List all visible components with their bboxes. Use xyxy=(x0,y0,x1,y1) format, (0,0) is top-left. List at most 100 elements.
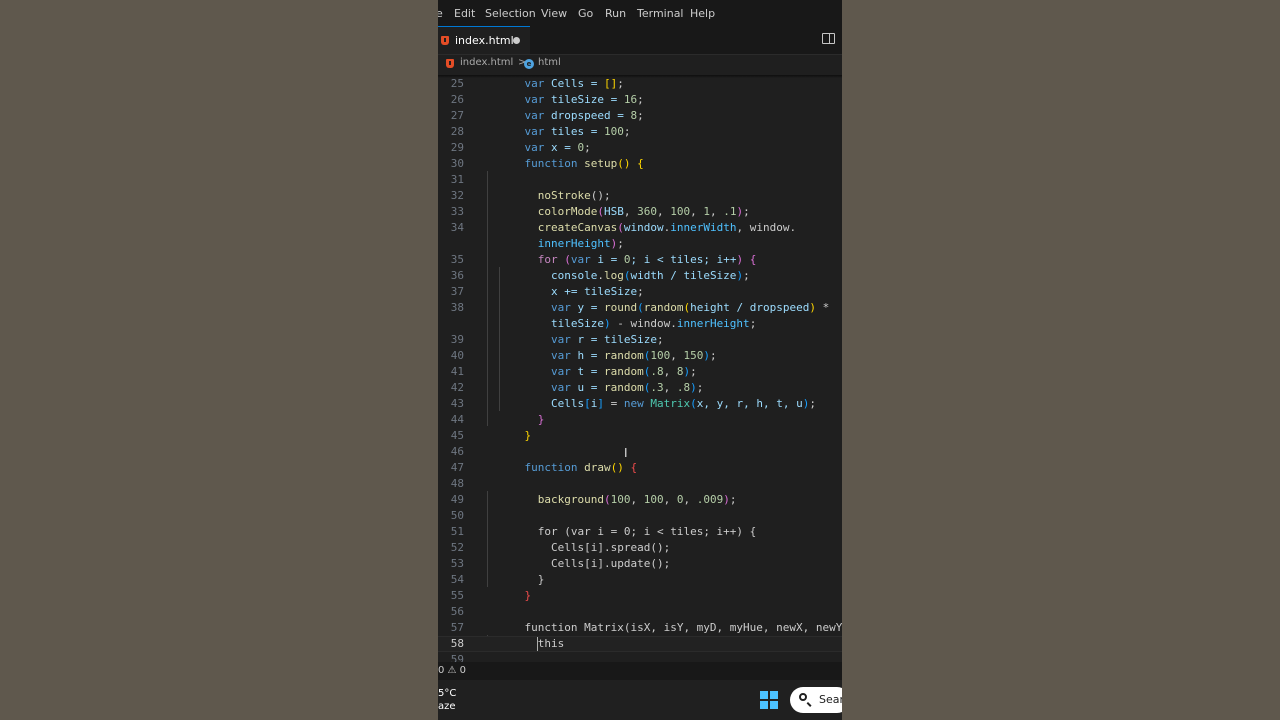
code-line[interactable]: 37 x += tileSize; xyxy=(438,284,842,300)
taskbar-search-box[interactable]: Sear xyxy=(790,687,842,713)
code-line[interactable]: 34 createCanvas(window.innerWidth, windo… xyxy=(438,220,842,236)
code-token: ) xyxy=(603,317,611,330)
tab-index-html[interactable]: index.html xyxy=(438,26,530,54)
code-text: function Matrix(isX, isY, myD, myHue, ne… xyxy=(498,620,843,636)
menu-edit[interactable]: Edit xyxy=(454,7,475,20)
weather-condition[interactable]: aze xyxy=(438,701,456,712)
code-line[interactable]: 31 xyxy=(438,172,842,188)
code-line[interactable]: 39 var r = tileSize; xyxy=(438,332,842,348)
code-token: (); xyxy=(590,189,611,202)
code-line[interactable]: 51 for (var i = 0; i < tiles; i++) { xyxy=(438,524,842,540)
code-token: , xyxy=(670,349,684,362)
code-line[interactable]: 26 var tileSize = 16; xyxy=(438,92,842,108)
code-line[interactable]: 50 xyxy=(438,508,842,524)
menu-bar: e Edit Selection View Go Run Terminal He… xyxy=(438,0,842,26)
code-line[interactable]: innerHeight); xyxy=(438,236,842,252)
code-line[interactable]: 58 this xyxy=(438,636,842,652)
code-text: noStroke(); xyxy=(498,188,611,204)
code-line[interactable]: 32 noStroke(); xyxy=(438,188,842,204)
code-line[interactable]: 25 var Cells = []; xyxy=(438,76,842,92)
code-text: var t = random(.8, 8); xyxy=(498,364,697,380)
code-line[interactable]: 54 } xyxy=(438,572,842,588)
code-line[interactable]: 47 function draw() { xyxy=(438,460,842,476)
code-line[interactable]: 35 for (var i = 0; i < tiles; i++) { xyxy=(438,252,842,268)
problems-counter[interactable]: 0 ⚠ 0 xyxy=(438,665,466,676)
code-token: function xyxy=(524,461,578,474)
code-editor[interactable]: 25 var Cells = []; 26 var tileSize = 16; 2… xyxy=(438,75,842,662)
code-line[interactable]: 56 xyxy=(438,604,842,620)
code-line[interactable]: 30 function setup() { xyxy=(438,156,842,172)
line-number: 43 xyxy=(450,397,464,410)
code-text: var tileSize = 16; xyxy=(498,92,644,108)
menu-selection[interactable]: Selection xyxy=(485,7,536,20)
line-number: 46 xyxy=(450,445,464,458)
code-line[interactable]: 57 function Matrix(isX, isY, myD, myHue,… xyxy=(438,620,842,636)
line-number: 49 xyxy=(450,493,464,506)
code-line[interactable]: 44 } xyxy=(438,412,842,428)
code-line[interactable]: 55 } xyxy=(438,588,842,604)
code-token: function xyxy=(524,157,578,170)
code-line[interactable]: 45 } xyxy=(438,428,842,444)
code-text: var dropspeed = 8; xyxy=(498,108,644,124)
code-line[interactable]: 43 Cells[i] = new Matrix(x, y, r, h, t, … xyxy=(438,396,842,412)
code-token: var xyxy=(524,109,545,122)
code-token: ; xyxy=(617,237,624,250)
windows-logo-icon[interactable] xyxy=(760,691,778,709)
menu-go[interactable]: Go xyxy=(578,7,593,20)
breadcrumb-file[interactable]: index.html xyxy=(460,57,513,68)
code-token: x += tileSize xyxy=(550,285,638,298)
code-token: var xyxy=(570,253,591,266)
unsaved-dot-icon[interactable] xyxy=(513,37,520,44)
code-token: , xyxy=(709,205,724,218)
code-token: ; i < tiles; i++ xyxy=(630,253,737,266)
line-number: 53 xyxy=(450,557,464,570)
code-token: ( xyxy=(603,493,611,506)
split-editor-icon[interactable] xyxy=(822,33,835,44)
code-line[interactable]: 52 Cells[i].spread(); xyxy=(438,540,842,556)
code-line[interactable]: 49 background(100, 100, 0, .009); xyxy=(438,492,842,508)
code-line[interactable]: 38 var y = round(random(height / dropspe… xyxy=(438,300,842,316)
code-token: 150 xyxy=(683,349,704,362)
code-line[interactable]: 36 console.log(width / tileSize); xyxy=(438,268,842,284)
code-line[interactable]: tileSize) - window.innerHeight; xyxy=(438,316,842,332)
breadcrumb-element[interactable]: html xyxy=(538,57,561,68)
code-line[interactable]: 41 var t = random(.8, 8); xyxy=(438,364,842,380)
line-number: 45 xyxy=(450,429,464,442)
code-line[interactable]: 53 Cells[i].update(); xyxy=(438,556,842,572)
code-line[interactable]: 33 colorMode(HSB, 360, 100, 1, .1); xyxy=(438,204,842,220)
code-token: ; xyxy=(743,269,750,282)
code-line[interactable]: 27 var dropspeed = 8; xyxy=(438,108,842,124)
html5-icon xyxy=(446,59,454,68)
code-line[interactable]: 46 xyxy=(438,444,842,460)
code-line[interactable]: 48 xyxy=(438,476,842,492)
menu-terminal[interactable]: Terminal xyxy=(637,7,684,20)
code-token: var xyxy=(550,333,571,346)
line-number: 57 xyxy=(450,621,464,634)
code-line[interactable]: 40 var h = random(100, 150); xyxy=(438,348,842,364)
code-token: ; xyxy=(623,125,631,138)
menu-file[interactable]: e xyxy=(438,7,443,20)
code-token: 100 xyxy=(650,349,671,362)
line-number: 26 xyxy=(450,93,464,106)
code-line[interactable]: 28 var tiles = 100; xyxy=(438,124,842,140)
code-token: 1 xyxy=(703,205,710,218)
menu-run[interactable]: Run xyxy=(605,7,626,20)
code-token: = xyxy=(603,397,624,410)
menu-view[interactable]: View xyxy=(541,7,567,20)
code-token: } xyxy=(524,589,532,602)
code-token: round xyxy=(603,301,638,314)
code-token: function Matrix(isX, isY, myD, myHue, ne… xyxy=(524,621,843,634)
code-token: width / tileSize xyxy=(630,269,737,282)
code-token: console xyxy=(550,269,598,282)
code-line[interactable]: 59 xyxy=(438,652,842,662)
code-line[interactable]: 29 var x = 0; xyxy=(438,140,842,156)
code-token: random xyxy=(643,301,684,314)
weather-temperature[interactable]: 5°C xyxy=(438,688,456,699)
code-line[interactable]: 42 var u = random(.3, .8); xyxy=(438,380,842,396)
menu-help[interactable]: Help xyxy=(690,7,715,20)
code-text: var u = random(.3, .8); xyxy=(498,380,703,396)
